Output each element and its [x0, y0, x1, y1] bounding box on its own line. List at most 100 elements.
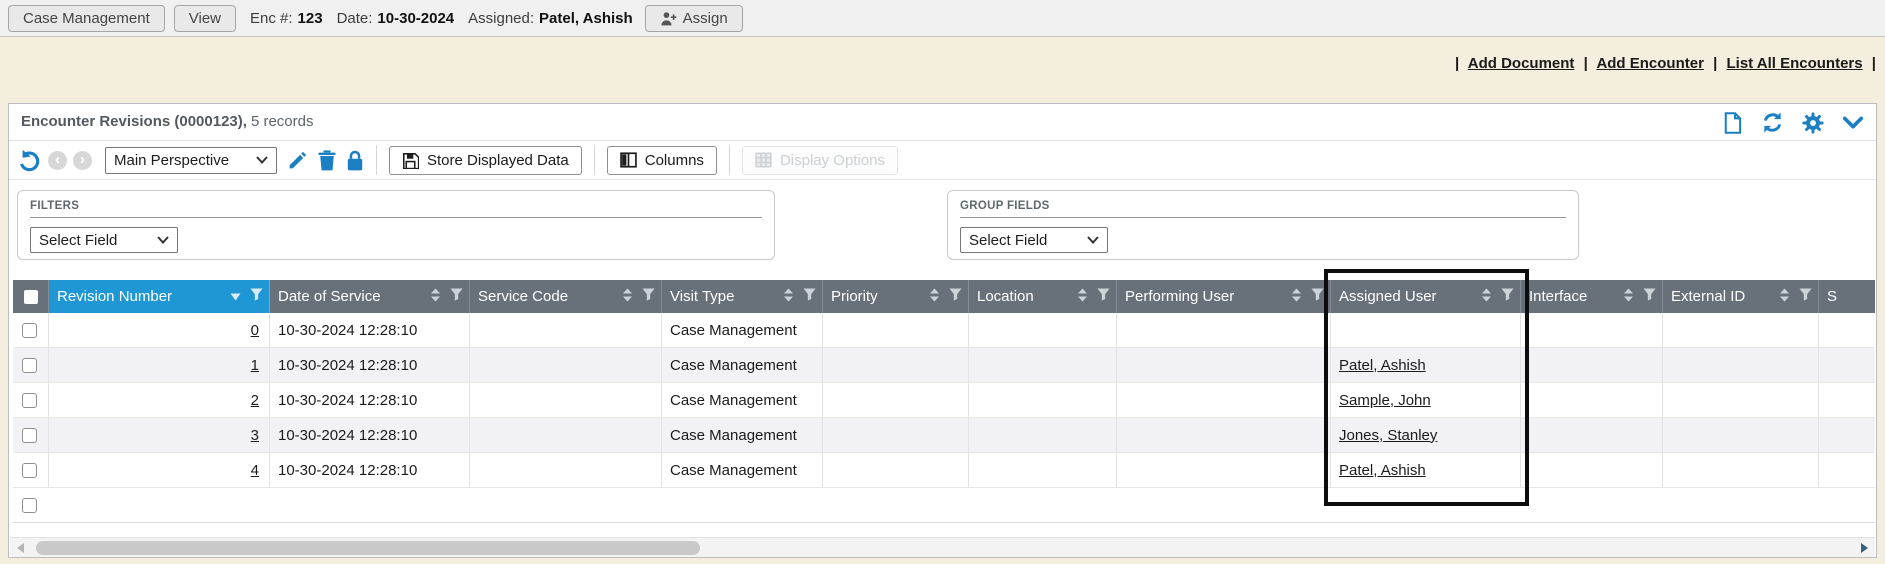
undo-icon[interactable]: [18, 148, 42, 172]
column-header-assigned-user[interactable]: Assigned User: [1331, 280, 1521, 313]
filter-funnel-icon[interactable]: [1311, 288, 1324, 305]
table-header-row: Revision Number Date of Service Service …: [13, 280, 1875, 313]
interface-cell: [1521, 348, 1663, 382]
sort-icon: [622, 288, 633, 306]
visit-type-cell: Case Management: [662, 383, 823, 417]
refresh-icon[interactable]: [1761, 111, 1784, 134]
group-fields-select[interactable]: Select Field: [960, 227, 1108, 253]
page-title: Encounter Revisions (0000123),5 records: [21, 113, 313, 130]
scrollbar-thumb[interactable]: [36, 541, 700, 555]
revisions-table: Revision Number Date of Service Service …: [13, 280, 1875, 523]
filters-label: FILTERS: [30, 200, 762, 218]
list-all-encounters-link[interactable]: List All Encounters: [1726, 55, 1862, 72]
columns-button[interactable]: Columns: [607, 146, 717, 175]
group-fields-box: GROUP FIELDS Select Field: [947, 190, 1579, 260]
column-header-priority[interactable]: Priority: [823, 280, 969, 313]
assigned-user-link[interactable]: Patel, Ashish: [1339, 357, 1426, 374]
view-label: View: [189, 10, 221, 27]
priority-cell: [823, 418, 969, 452]
collapse-chevron-icon[interactable]: [1841, 111, 1864, 134]
performing-user-cell: [1117, 383, 1331, 417]
filter-funnel-icon[interactable]: [803, 288, 816, 305]
external-id-cell: [1663, 418, 1819, 452]
edit-perspective-pencil-icon[interactable]: [287, 150, 308, 171]
add-document-link[interactable]: Add Document: [1468, 55, 1575, 72]
revision-link[interactable]: 3: [251, 427, 259, 444]
filter-funnel-icon[interactable]: [1643, 288, 1656, 305]
revision-link[interactable]: 2: [251, 392, 259, 409]
interface-cell: [1521, 313, 1663, 347]
date-value: 10-30-2024: [377, 10, 454, 27]
row-checkbox-cell: [13, 418, 49, 452]
assign-button[interactable]: Assign: [645, 5, 743, 32]
column-header-truncated[interactable]: S: [1819, 280, 1875, 313]
date-of-service-cell: 10-30-2024 12:28:10: [270, 453, 470, 487]
display-options-grid-icon: [755, 152, 772, 168]
revision-link[interactable]: 1: [251, 357, 259, 374]
view-button[interactable]: View: [174, 5, 236, 32]
link-separator: |: [1713, 55, 1717, 72]
group-fields-label: GROUP FIELDS: [960, 200, 1566, 218]
row-checkbox[interactable]: [22, 498, 37, 513]
column-header-date-of-service[interactable]: Date of Service: [270, 280, 470, 313]
row-checkbox[interactable]: [22, 428, 37, 443]
new-document-icon[interactable]: [1721, 111, 1744, 134]
column-header-location[interactable]: Location: [969, 280, 1117, 313]
visit-type-cell: Case Management: [662, 348, 823, 382]
filter-funnel-icon[interactable]: [1097, 288, 1110, 305]
sort-icon: [1077, 288, 1088, 306]
record-count: 5 records: [251, 113, 314, 130]
assigned-label: Assigned:: [468, 10, 534, 27]
horizontal-scrollbar[interactable]: [10, 537, 1875, 557]
priority-cell: [823, 348, 969, 382]
date-of-service-cell: 10-30-2024 12:28:10: [270, 418, 470, 452]
delete-perspective-trash-icon[interactable]: [318, 150, 336, 171]
panel-title-text: Encounter Revisions (0000123),: [21, 113, 247, 130]
filter-funnel-icon[interactable]: [1501, 288, 1514, 305]
link-separator: |: [1455, 55, 1459, 72]
filter-funnel-icon[interactable]: [1799, 288, 1812, 305]
filter-funnel-icon[interactable]: [642, 288, 655, 305]
filter-funnel-icon[interactable]: [250, 288, 263, 305]
person-add-icon: [660, 11, 677, 26]
date-label: Date:: [337, 10, 373, 27]
lock-perspective-icon[interactable]: [346, 150, 364, 171]
row-checkbox[interactable]: [22, 323, 37, 338]
column-header-visit-type[interactable]: Visit Type: [662, 280, 823, 313]
perspective-select[interactable]: Main Perspective: [105, 147, 277, 174]
store-displayed-data-button[interactable]: Store Displayed Data: [389, 146, 582, 175]
row-checkbox[interactable]: [22, 463, 37, 478]
chevron-down-icon: [1087, 236, 1099, 244]
add-encounter-link[interactable]: Add Encounter: [1596, 55, 1704, 72]
gear-icon[interactable]: [1801, 111, 1824, 134]
select-all-checkbox[interactable]: [24, 290, 38, 304]
row-checkbox[interactable]: [22, 358, 37, 373]
priority-cell: [823, 383, 969, 417]
filter-funnel-icon[interactable]: [450, 288, 463, 305]
assigned-value: Patel, Ashish: [539, 10, 633, 27]
row-checkbox-cell: [13, 383, 49, 417]
column-header-interface[interactable]: Interface: [1521, 280, 1663, 313]
assigned-user-link[interactable]: Sample, John: [1339, 392, 1431, 409]
link-separator: |: [1584, 55, 1588, 72]
scroll-right-arrow-icon[interactable]: [1861, 543, 1868, 553]
truncated-cell: [1819, 313, 1875, 347]
filters-field-select[interactable]: Select Field: [30, 227, 178, 253]
scroll-left-arrow-icon[interactable]: [17, 543, 24, 553]
table-row: 2 10-30-2024 12:28:10 Case Management Sa…: [13, 383, 1875, 418]
revision-link[interactable]: 4: [251, 462, 259, 479]
column-header-service-code[interactable]: Service Code: [470, 280, 662, 313]
assigned-user-link[interactable]: Jones, Stanley: [1339, 427, 1437, 444]
row-checkbox[interactable]: [22, 393, 37, 408]
assigned-user-link[interactable]: Patel, Ashish: [1339, 462, 1426, 479]
select-all-checkbox-cell[interactable]: [13, 280, 49, 313]
case-management-label: Case Management: [23, 10, 150, 27]
filter-funnel-icon[interactable]: [949, 288, 962, 305]
column-header-performing-user[interactable]: Performing User: [1117, 280, 1331, 313]
interface-cell: [1521, 453, 1663, 487]
column-header-external-id[interactable]: External ID: [1663, 280, 1819, 313]
visit-type-cell: Case Management: [662, 313, 823, 347]
revision-link[interactable]: 0: [251, 322, 259, 339]
case-management-button[interactable]: Case Management: [8, 5, 165, 32]
column-header-revision-number[interactable]: Revision Number: [49, 280, 270, 313]
